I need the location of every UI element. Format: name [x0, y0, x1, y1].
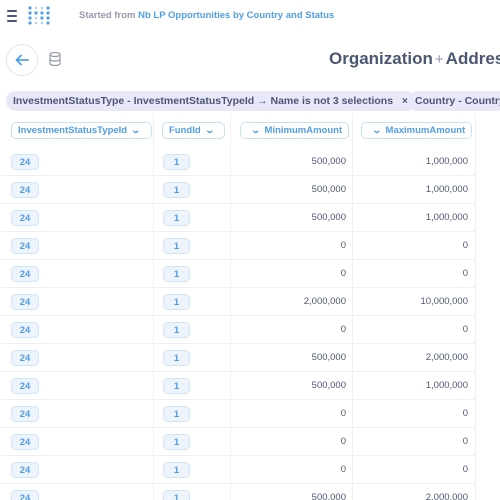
started-from-label: Started from Nb LP Opportunities by Coun… [79, 10, 334, 21]
status-type-id-pill[interactable]: 24 [11, 490, 39, 500]
fund-id-pill[interactable]: 1 [163, 350, 190, 366]
maximum-amount-cell: 0 [462, 240, 468, 251]
fund-id-pill[interactable]: 1 [163, 378, 190, 394]
minimum-amount-cell: 0 [340, 268, 346, 279]
minimum-amount-cell: 0 [340, 464, 346, 475]
maximum-amount-cell: 0 [462, 464, 468, 475]
minimum-amount-cell: 0 [340, 408, 346, 419]
fund-id-pill[interactable]: 1 [163, 294, 190, 310]
column-header-max[interactable]: ⌄ MaximumAmount [361, 122, 473, 139]
column-header-fund[interactable]: FundId ⌄ [162, 122, 226, 139]
status-type-id-pill[interactable]: 24 [11, 406, 39, 422]
chevron-down-icon: ⌄ [130, 125, 142, 135]
table-row: 24 1 2,000,000 10,000,000 [0, 288, 475, 316]
status-type-id-pill[interactable]: 24 [11, 182, 39, 198]
top-bar: Started from Nb LP Opportunities by Coun… [0, 0, 500, 34]
table-row: 24 1 0 0 [0, 456, 475, 484]
minimum-amount-cell: 500,000 [311, 380, 346, 391]
started-prefix: Started from [79, 10, 139, 21]
status-type-id-pill[interactable]: 24 [11, 434, 39, 450]
minimum-amount-cell: 500,000 [311, 184, 346, 195]
table-row: 24 1 500,000 1,000,000 [0, 148, 475, 176]
status-type-id-pill[interactable]: 24 [11, 238, 39, 254]
filter-pill-status[interactable]: InvestmentStatusType - InvestmentStatusT… [6, 91, 416, 111]
filter-label: Country - Country [415, 95, 500, 107]
table-header: InvestmentStatusTypeId ⌄ FundId ⌄ ⌄ Minimum… [0, 114, 500, 148]
filter-bar: InvestmentStatusType - InvestmentStatusT… [0, 86, 500, 114]
maximum-amount-cell: 0 [462, 268, 468, 279]
title-plus-1: + [434, 51, 444, 68]
column-header-label: MaximumAmount [385, 125, 466, 136]
column-header-status[interactable]: InvestmentStatusTypeId ⌄ [11, 122, 152, 139]
table-row: 24 1 0 0 [0, 316, 475, 344]
status-type-id-pill[interactable]: 24 [11, 154, 39, 170]
minimum-amount-cell: 0 [340, 240, 346, 251]
page-title: Organization+Address+ [329, 49, 500, 69]
status-type-id-pill[interactable]: 24 [11, 322, 39, 338]
minimum-amount-cell: 0 [340, 324, 346, 335]
maximum-amount-cell: 0 [462, 324, 468, 335]
chevron-down-icon: ⌄ [250, 125, 262, 135]
title-organization[interactable]: Organization [329, 49, 433, 68]
column-header-label: InvestmentStatusTypeId [18, 125, 128, 136]
minimum-amount-cell: 500,000 [311, 156, 346, 167]
status-type-id-pill[interactable]: 24 [11, 266, 39, 282]
fund-id-pill[interactable]: 1 [163, 322, 190, 338]
status-type-id-pill[interactable]: 24 [11, 294, 39, 310]
minimum-amount-cell: 500,000 [311, 492, 346, 500]
back-button[interactable] [6, 44, 38, 76]
results-table: InvestmentStatusTypeId ⌄ FundId ⌄ ⌄ Minimum… [0, 114, 500, 500]
source-question-link[interactable]: Nb LP Opportunities by Country and Statu… [138, 10, 334, 21]
status-type-id-pill[interactable]: 24 [11, 462, 39, 478]
minimum-amount-cell: 2,000,000 [303, 296, 346, 307]
minimum-amount-cell: 500,000 [311, 212, 346, 223]
table-row: 24 1 500,000 1,000,000 [0, 204, 475, 232]
maximum-amount-cell: 0 [462, 408, 468, 419]
fund-id-pill[interactable]: 1 [163, 434, 190, 450]
maximum-amount-cell: 2,000,000 [425, 492, 468, 500]
table-row: 24 1 500,000 1,000,000 [0, 176, 475, 204]
column-header-label: FundId [169, 125, 201, 136]
table-row: 24 1 0 0 [0, 232, 475, 260]
app-logo-icon[interactable] [28, 6, 50, 26]
filter-label: InvestmentStatusType - InvestmentStatusT… [13, 95, 394, 107]
maximum-amount-cell: 1,000,000 [425, 212, 468, 223]
arrow-left-icon [15, 54, 29, 66]
maximum-amount-cell: 1,000,000 [425, 156, 468, 167]
chevron-down-icon: ⌄ [204, 125, 215, 135]
fund-id-pill[interactable]: 1 [163, 490, 190, 500]
fund-id-pill[interactable]: 1 [163, 238, 190, 254]
table-row: 24 1 500,000 2,000,000 [0, 484, 475, 500]
table-row: 24 1 0 0 [0, 400, 475, 428]
fund-id-pill[interactable]: 1 [163, 462, 190, 478]
table-row: 24 1 0 0 [0, 428, 475, 456]
status-type-id-pill[interactable]: 24 [11, 210, 39, 226]
column-header-label: MinimumAmount [264, 125, 343, 136]
table-row: 24 1 500,000 2,000,000 [0, 344, 475, 372]
menu-icon[interactable] [7, 9, 19, 23]
filter-pill-country[interactable]: Country - Country [408, 91, 500, 111]
fund-id-pill[interactable]: 1 [163, 210, 190, 226]
fund-id-pill[interactable]: 1 [163, 406, 190, 422]
fund-id-pill[interactable]: 1 [163, 182, 190, 198]
chevron-down-icon: ⌄ [371, 125, 383, 135]
status-type-id-pill[interactable]: 24 [11, 378, 39, 394]
maximum-amount-cell: 0 [462, 436, 468, 447]
close-icon[interactable]: × [402, 96, 408, 107]
column-divider [475, 114, 476, 500]
table-row: 24 1 500,000 1,000,000 [0, 372, 475, 400]
database-icon[interactable] [49, 52, 61, 66]
minimum-amount-cell: 500,000 [311, 352, 346, 363]
maximum-amount-cell: 1,000,000 [425, 184, 468, 195]
fund-id-pill[interactable]: 1 [163, 154, 190, 170]
status-type-id-pill[interactable]: 24 [11, 350, 39, 366]
maximum-amount-cell: 1,000,000 [425, 380, 468, 391]
title-address[interactable]: Address [446, 49, 500, 68]
minimum-amount-cell: 0 [340, 436, 346, 447]
fund-id-pill[interactable]: 1 [163, 266, 190, 282]
column-header-min[interactable]: ⌄ MinimumAmount [240, 122, 350, 139]
maximum-amount-cell: 10,000,000 [420, 296, 468, 307]
maximum-amount-cell: 2,000,000 [425, 352, 468, 363]
table-row: 24 1 0 0 [0, 260, 475, 288]
